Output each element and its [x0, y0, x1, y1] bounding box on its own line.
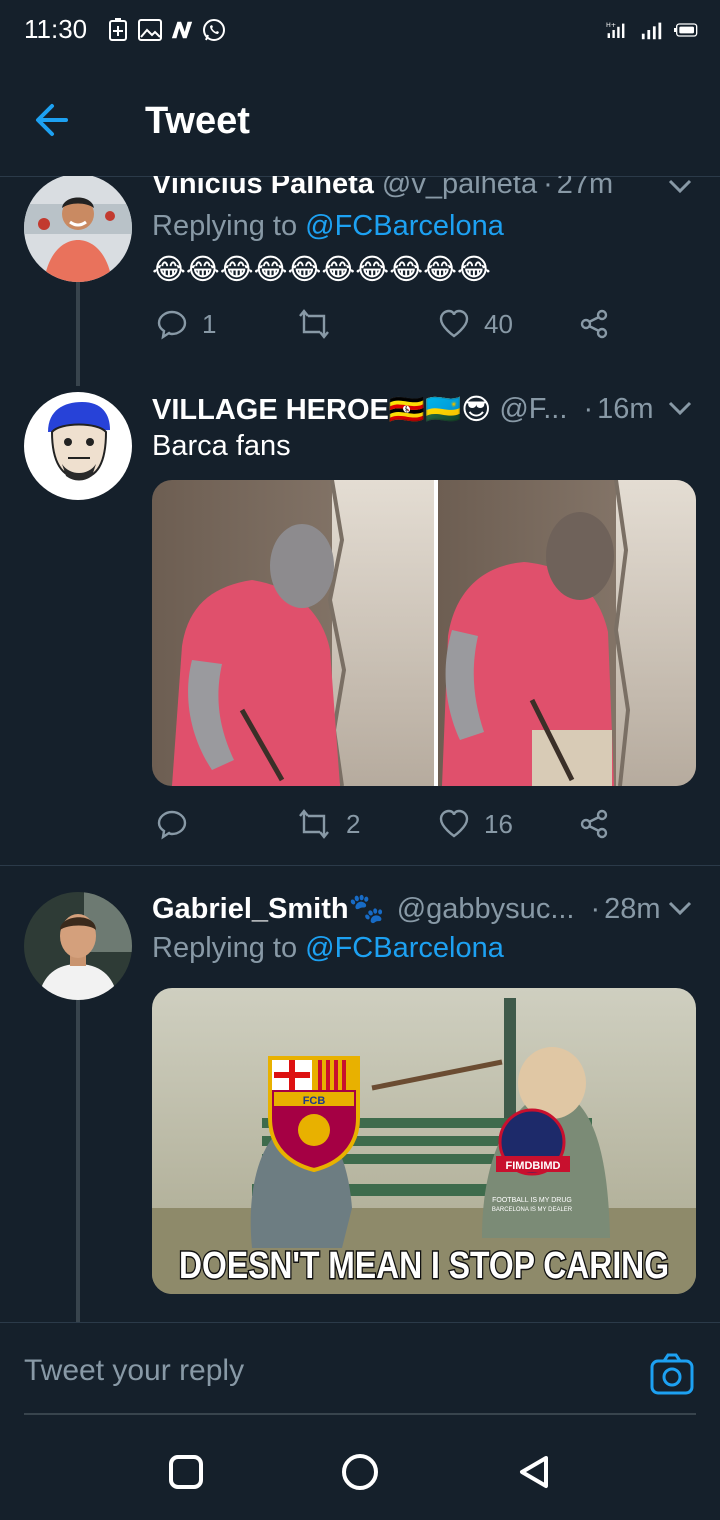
mention-link[interactable]: @FCBarcelona	[305, 210, 504, 242]
meme-caption: DOESN'T MEAN I STOP CARING	[179, 1245, 669, 1287]
avatar[interactable]	[24, 176, 132, 282]
svg-text:H+: H+	[606, 21, 616, 29]
app-bar: Tweet	[0, 64, 720, 177]
thread-line	[76, 282, 80, 386]
share-icon	[580, 809, 608, 839]
separator-dot: ·	[583, 393, 594, 425]
share-icon	[580, 309, 608, 339]
replying-to-label: Replying to	[152, 210, 306, 242]
recents-icon[interactable]	[166, 1452, 206, 1492]
mention-link[interactable]: @FCBarcelona	[305, 932, 504, 964]
status-bar: 11:30 H+	[0, 0, 720, 64]
tweet-actions: 2 16	[152, 808, 696, 848]
tweet-header: Vinicius Palheta @v_palheta · 27m	[152, 176, 613, 201]
home-icon[interactable]	[340, 1452, 380, 1492]
retweet-button[interactable]	[296, 308, 346, 340]
badge-text: FIMDBIMD	[506, 1160, 561, 1172]
replying-to: Replying to @FCBarcelona	[152, 210, 504, 243]
user-handle: @gabbysuc...	[396, 892, 575, 925]
gallery-icon	[138, 18, 162, 42]
reply-count: 1	[202, 308, 217, 339]
replying-to: Replying to @FCBarcelona	[152, 932, 504, 965]
signal-icon	[640, 18, 664, 42]
tweet-time: 16m	[597, 393, 654, 425]
tweet-photo[interactable]: FCB FIMDBIMD FOOTBALL IS MY DRUG BARCELO…	[152, 988, 696, 1294]
tweet-gabriel-smith[interactable]: Gabriel_Smith🐾 @gabbysuc... · 28m Replyi…	[0, 866, 720, 1322]
like-count: 16	[484, 808, 513, 839]
page-title: Tweet	[145, 100, 250, 142]
tweet-actions: 1 40	[152, 308, 696, 348]
back-arrow-icon[interactable]	[30, 98, 82, 142]
reply-button[interactable]	[156, 808, 202, 840]
like-button[interactable]: 40	[438, 308, 513, 340]
signal-icon: H+	[606, 18, 630, 42]
like-button[interactable]: 16	[438, 808, 513, 840]
n-app-icon	[170, 18, 194, 42]
thread-line	[76, 1000, 80, 1322]
tweet-text: Barca fans	[152, 430, 291, 462]
meme-small-text-1: FOOTBALL IS MY DRUG	[492, 1197, 572, 1204]
tweet-vinicius[interactable]: Vinicius Palheta @v_palheta · 27m Replyi…	[0, 176, 720, 388]
reply-icon	[157, 810, 187, 840]
meme-small-text-2: BARCELONA IS MY DEALER	[492, 1207, 573, 1213]
back-icon[interactable]	[514, 1452, 554, 1492]
display-name[interactable]: Vinicius Palheta	[152, 176, 374, 201]
retweet-count: 2	[346, 808, 361, 839]
camera-icon[interactable]	[650, 1353, 694, 1395]
system-nav-bar	[0, 1422, 720, 1520]
retweet-icon	[299, 309, 329, 339]
replying-to-label: Replying to	[152, 932, 306, 964]
heart-icon	[439, 309, 469, 338]
user-handle: @v_palheta	[381, 176, 538, 200]
battery-saver-icon	[106, 18, 130, 42]
tweet-village-heroe[interactable]: VILLAGE HEROE🇺🇬🇷🇼😎 @F... · 16m Barca fan…	[0, 388, 720, 866]
tweet-time: 28m	[604, 892, 661, 925]
reply-input-underline	[24, 1413, 696, 1415]
chevron-down-icon[interactable]	[664, 892, 696, 924]
whatsapp-icon	[202, 18, 226, 42]
retweet-icon	[299, 809, 329, 839]
avatar[interactable]	[24, 892, 132, 1000]
status-time: 11:30	[24, 14, 88, 44]
crest-text: FCB	[303, 1095, 326, 1107]
battery-icon	[674, 18, 698, 42]
share-button[interactable]	[578, 308, 610, 340]
status-icons-left	[106, 18, 226, 42]
reply-input[interactable]: Tweet your reply	[24, 1341, 624, 1401]
tweet-feed[interactable]: Vinicius Palheta @v_palheta · 27m Replyi…	[0, 176, 720, 1322]
like-count: 40	[484, 308, 513, 339]
status-icons-right: H+	[606, 18, 698, 42]
tweet-time: 27m	[556, 176, 614, 200]
tweet-header: Gabriel_Smith🐾 @gabbysuc... · 28m	[152, 892, 661, 926]
retweet-button[interactable]: 2	[296, 808, 360, 840]
chevron-down-icon[interactable]	[664, 176, 696, 202]
user-handle: @F...	[499, 393, 568, 425]
heart-icon	[439, 809, 469, 838]
reply-composer: Tweet your reply	[0, 1322, 720, 1423]
reply-icon	[157, 310, 187, 340]
display-name[interactable]: VILLAGE HEROE🇺🇬🇷🇼😎	[152, 392, 491, 427]
tweet-text: 😂😂😂😂😂😂😂😂😂😂	[152, 254, 491, 286]
display-name[interactable]: Gabriel_Smith🐾	[152, 892, 385, 926]
tweet-photo[interactable]	[152, 480, 696, 786]
separator-dot: ·	[590, 892, 601, 925]
separator-dot: ·	[543, 176, 553, 200]
reply-button[interactable]: 1	[156, 308, 216, 340]
avatar[interactable]	[24, 392, 132, 500]
tweet-header: VILLAGE HEROE🇺🇬🇷🇼😎 @F... · 16m	[152, 392, 654, 427]
chevron-down-icon[interactable]	[664, 392, 696, 424]
share-button[interactable]	[578, 808, 610, 840]
